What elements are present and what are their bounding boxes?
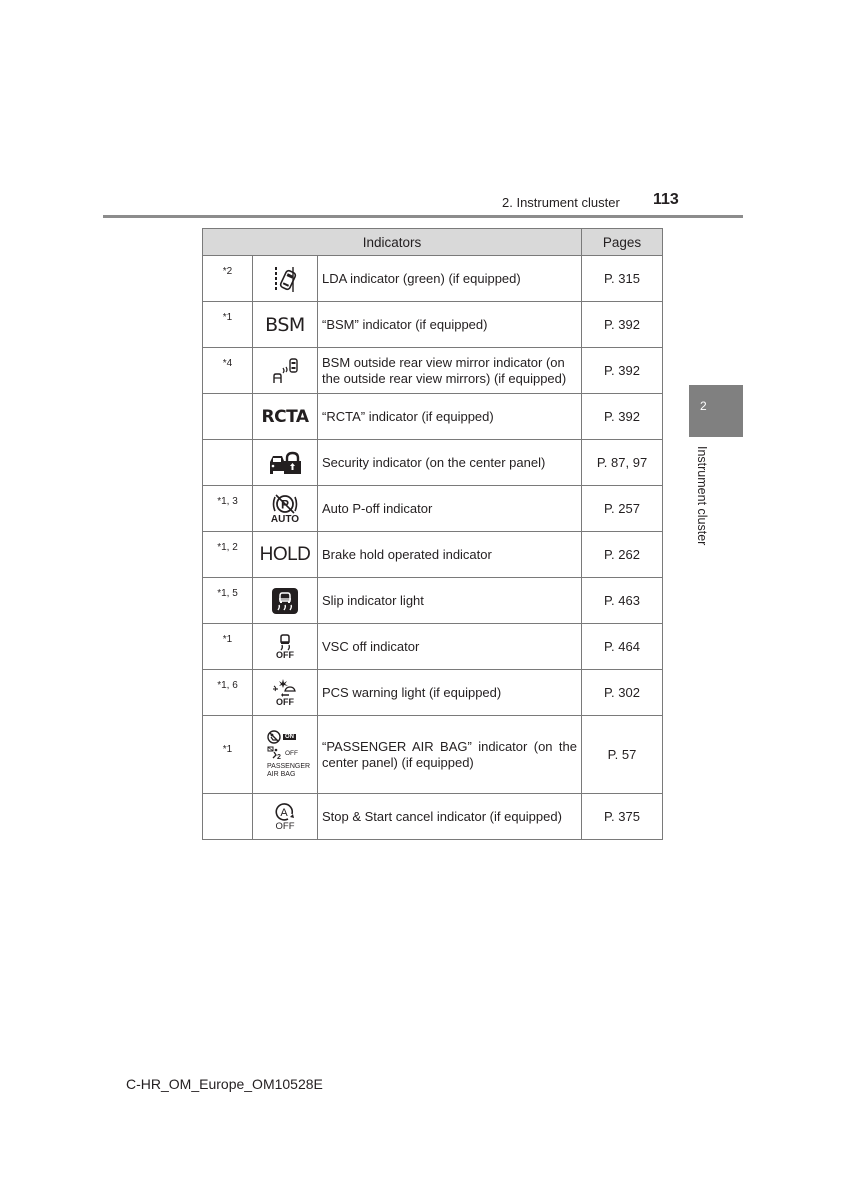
parking-brake-icon: P [272,494,298,514]
table-row: *1, 3 P AUTO Auto P-off indicator P. 257 [202,485,663,532]
indicator-description: “BSM” indicator (if equipped) [317,301,582,348]
table-row: A OFF Stop & Start cancel indicator (if … [202,793,663,840]
column-header-pages: Pages [581,228,663,256]
on-badge: ON [283,734,296,740]
page-reference[interactable]: P. 392 [581,393,663,440]
indicator-description: Brake hold operated indicator [317,531,582,578]
airbag-seat-icon: 2 [267,746,281,760]
auto-label: AUTO [270,514,300,525]
indicator-description: VSC off indicator [317,623,582,670]
indicator-description: Security indicator (on the center panel) [317,439,582,486]
header-divider [103,215,743,218]
table-row: *1 OFF VSC off indicator P. 464 [202,623,663,670]
airbag-disabled-icon [267,730,281,744]
chapter-label: Instrument cluster [695,446,709,546]
footnote-ref [202,393,253,440]
page-reference[interactable]: P. 257 [581,485,663,532]
skid-car-icon [280,634,290,651]
table-row: *1, 2 HOLD Brake hold operated indicator… [202,531,663,578]
footnote-ref: *1, 2 [202,531,253,578]
footnote-ref [202,793,253,840]
footnote-ref: *1, 6 [202,669,253,716]
security-icon [270,451,301,474]
indicator-description: “RCTA” indicator (if equipped) [317,393,582,440]
stop-start-cancel-icon: A OFF [274,802,296,831]
indicators-table: Indicators Pages *2 LDA indicator (green… [202,228,663,840]
indicator-description: Stop & Start cancel indicator (if equipp… [317,793,582,840]
pcs-warning-icon: OFF [272,678,298,707]
table-row: *2 LDA indicator (green) (if equipped) P… [202,255,663,302]
rcta-text-icon: RCTA [261,406,310,427]
svg-text:2: 2 [277,754,281,760]
slip-indicator-icon [272,587,298,614]
page-reference[interactable]: P. 392 [581,301,663,348]
table-header-row: Indicators Pages [202,228,663,256]
table-row: *1, 6 OFF PCS warning light (if equipped… [202,669,663,716]
page-reference[interactable]: P. 57 [581,715,663,794]
bsm-mirror-icon [273,357,298,383]
table-row: *1 ON 2 OFF PASSENGER AIR BAG “PASSENGER… [202,715,663,794]
page-reference[interactable]: P. 87, 97 [581,439,663,486]
footnote-ref [202,439,253,486]
page-reference[interactable]: P. 302 [581,669,663,716]
indicator-description: BSM outside rear view mirror indicator (… [317,347,582,394]
hold-text-icon: HOLD [259,543,311,565]
page-reference[interactable]: P. 375 [581,793,663,840]
page-number: 113 [653,191,679,208]
chapter-number: 2 [700,399,707,413]
auto-start-icon: A [275,803,294,821]
lda-icon [275,266,297,292]
table-row: *1 BSM “BSM” indicator (if equipped) P. … [202,301,663,348]
off-label: OFF [276,650,294,660]
svg-text:A: A [280,807,288,819]
page-reference[interactable]: P. 463 [581,577,663,624]
indicator-description: PCS warning light (if equipped) [317,669,582,716]
table-row: *1, 5 Slip indicator light P. 463 [202,577,663,624]
page-reference[interactable]: P. 262 [581,531,663,578]
passenger-airbag-icon: ON 2 OFF PASSENGER AIR BAG [263,730,311,779]
document-code: C-HR_OM_Europe_OM10528E [126,1076,323,1092]
page-reference[interactable]: P. 315 [581,255,663,302]
footnote-ref: *1, 3 [202,485,253,532]
bsm-text-icon: BSM [265,313,305,336]
footnote-ref: *4 [202,347,253,394]
indicator-description: Slip indicator light [317,577,582,624]
vsc-off-icon: OFF [276,633,294,660]
footnote-ref: *1, 5 [202,577,253,624]
auto-p-off-icon: P AUTO [270,493,300,525]
off-label: OFF [285,749,298,757]
off-label: OFF [275,821,295,832]
table-row: Security indicator (on the center panel)… [202,439,663,486]
table-row: RCTA “RCTA” indicator (if equipped) P. 3… [202,393,663,440]
indicator-description: Auto P-off indicator [317,485,582,532]
passenger-airbag-label: PASSENGER AIR BAG [267,763,311,778]
footnote-ref: *1 [202,301,253,348]
section-title: 2. Instrument cluster [502,195,620,210]
collision-icon [273,679,296,697]
column-header-indicators: Indicators [202,228,582,256]
off-label: OFF [276,697,294,707]
footnote-ref: *1 [202,715,253,794]
footnote-ref: *2 [202,255,253,302]
page-reference[interactable]: P. 392 [581,347,663,394]
chapter-tab: 2 [689,385,743,437]
indicator-description: LDA indicator (green) (if equipped) [317,255,582,302]
table-row: *4 BSM outside rear view mirror indicato… [202,347,663,394]
indicator-description: “PASSENGER AIR BAG” indicator (on the ce… [317,715,582,794]
page-reference[interactable]: P. 464 [581,623,663,670]
footnote-ref: *1 [202,623,253,670]
